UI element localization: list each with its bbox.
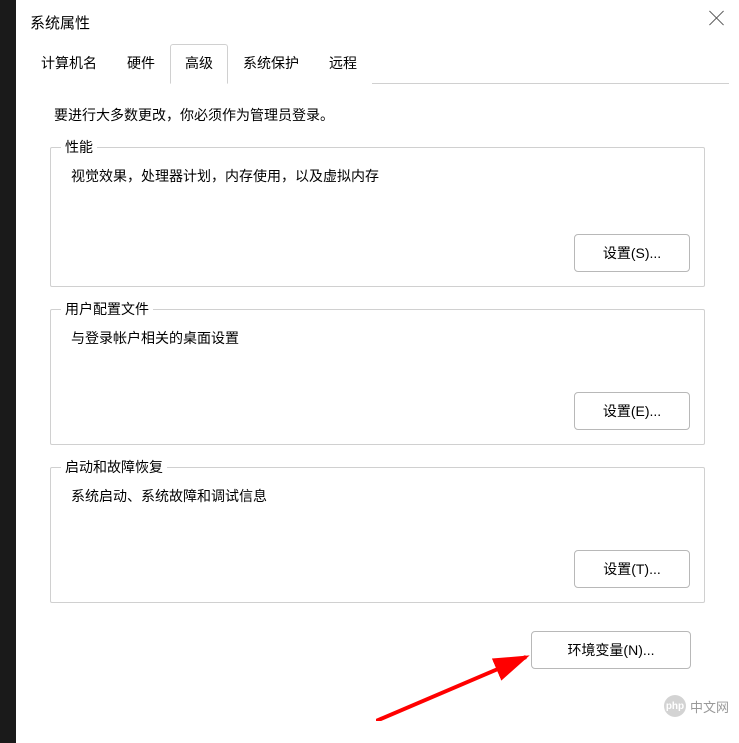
group-performance: 性能 视觉效果，处理器计划，内存使用，以及虚拟内存 设置(S)... [50,147,705,287]
tab-computer-name[interactable]: 计算机名 [26,44,112,84]
tab-remote[interactable]: 远程 [314,44,372,84]
intro-text: 要进行大多数更改，你必须作为管理员登录。 [50,105,705,125]
watermark-text: 中文网 [690,697,729,716]
group-startup-recovery-desc: 系统启动、系统故障和调试信息 [65,478,690,506]
tab-hardware[interactable]: 硬件 [112,44,170,84]
system-properties-dialog: 系统属性 计算机名 硬件 高级 系统保护 远程 要进行大多数更改，你必须作为管理… [16,0,739,743]
tab-system-protection[interactable]: 系统保护 [228,44,314,84]
environment-variables-button[interactable]: 环境变量(N)... [531,631,691,669]
env-var-row: 环境变量(N)... [50,631,705,669]
dialog-title: 系统属性 [30,12,90,33]
group-user-profiles-desc: 与登录帐户相关的桌面设置 [65,320,690,348]
performance-settings-button[interactable]: 设置(S)... [574,234,690,272]
close-icon[interactable] [709,10,725,26]
group-startup-recovery-label: 启动和故障恢复 [61,457,167,477]
background-strip [0,0,16,743]
user-profiles-settings-button[interactable]: 设置(E)... [574,392,690,430]
group-performance-label: 性能 [61,137,97,157]
group-user-profiles: 用户配置文件 与登录帐户相关的桌面设置 设置(E)... [50,309,705,445]
tab-content-advanced: 要进行大多数更改，你必须作为管理员登录。 性能 视觉效果，处理器计划，内存使用，… [16,85,739,743]
group-user-profiles-label: 用户配置文件 [61,299,153,319]
watermark-logo-icon: php [664,695,686,717]
startup-recovery-settings-button[interactable]: 设置(T)... [574,550,690,588]
watermark: php 中文网 [664,695,729,717]
tab-advanced[interactable]: 高级 [170,44,228,84]
group-performance-desc: 视觉效果，处理器计划，内存使用，以及虚拟内存 [65,158,690,186]
tab-strip: 计算机名 硬件 高级 系统保护 远程 [16,44,739,85]
group-startup-recovery: 启动和故障恢复 系统启动、系统故障和调试信息 设置(T)... [50,467,705,603]
titlebar: 系统属性 [16,0,739,44]
